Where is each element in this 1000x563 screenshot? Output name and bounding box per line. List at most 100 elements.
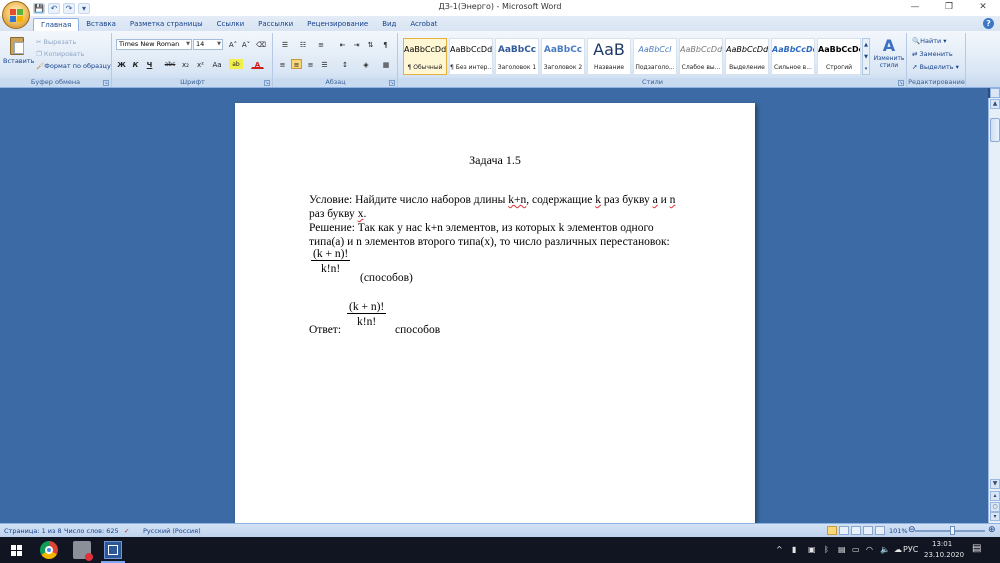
style-emphasis[interactable]: AaBbCcDd Выделение: [725, 38, 769, 75]
format-painter-button[interactable]: 🖌Формат по образцу: [36, 61, 111, 71]
align-right-icon[interactable]: ≡: [305, 59, 316, 69]
paste-button[interactable]: Вставить: [3, 35, 34, 75]
replace-button[interactable]: ⇄ Заменить: [912, 49, 953, 59]
change-styles-button[interactable]: A Изменить стили: [873, 37, 905, 77]
next-page-icon[interactable]: ▾: [990, 512, 1000, 521]
close-button[interactable]: ✕: [966, 0, 1000, 16]
tab-page-layout[interactable]: Разметка страницы: [123, 18, 210, 31]
tab-home[interactable]: Главная: [33, 18, 80, 31]
clipboard-launcher-icon[interactable]: ↘: [103, 80, 109, 86]
italic-button[interactable]: К: [130, 59, 141, 69]
help-icon[interactable]: ?: [983, 18, 994, 29]
vertical-scrollbar[interactable]: ▲ ▼ ▴ ○ ▾: [988, 98, 1000, 523]
security-icon[interactable]: ▤: [838, 545, 846, 554]
shading-icon[interactable]: ◈: [358, 59, 374, 69]
outline-view-icon[interactable]: [863, 526, 873, 535]
borders-icon[interactable]: ▦: [378, 59, 394, 69]
tab-mailings[interactable]: Рассылки: [251, 18, 300, 31]
shrink-font-button[interactable]: A˅: [240, 39, 252, 49]
show-hidden-icons[interactable]: ^: [776, 545, 783, 554]
justify-icon[interactable]: ☰: [319, 59, 330, 69]
view-ruler-button[interactable]: [990, 88, 1000, 98]
bullets-icon[interactable]: ☰: [277, 39, 293, 49]
word-taskbar-icon[interactable]: [104, 541, 122, 559]
align-center-icon[interactable]: ≡: [291, 59, 302, 69]
copy-button[interactable]: ❐ Копировать: [36, 49, 85, 59]
spellcheck-icon[interactable]: ✓: [124, 527, 129, 535]
style-heading-2[interactable]: AaBbCc Заголовок 2: [541, 38, 585, 75]
font-launcher-icon[interactable]: ↘: [264, 80, 270, 86]
cloud-icon[interactable]: ☁: [894, 545, 902, 554]
microphone-icon[interactable]: ▮: [792, 545, 796, 554]
scroll-thumb[interactable]: [990, 118, 1000, 142]
style-subtle-emphasis[interactable]: AaBbCcDd Слабое вы...: [679, 38, 723, 75]
draft-view-icon[interactable]: [875, 526, 885, 535]
style-no-spacing[interactable]: AaBbCcDd ¶ Без интер...: [449, 38, 493, 75]
decrease-indent-icon[interactable]: ⇤: [337, 39, 348, 49]
line-spacing-icon[interactable]: ↕: [337, 59, 353, 69]
volume-icon[interactable]: 🔈: [880, 545, 890, 554]
subscript-button[interactable]: x₂: [179, 59, 192, 69]
tab-insert[interactable]: Вставка: [79, 18, 123, 31]
web-layout-icon[interactable]: [851, 526, 861, 535]
browse-object-icon[interactable]: ○: [990, 502, 1000, 512]
font-family-combo[interactable]: Times New Roman ▼: [116, 39, 192, 50]
bluetooth-icon[interactable]: ᛒ: [824, 545, 829, 554]
change-case-button[interactable]: Aa: [210, 59, 224, 69]
input-language[interactable]: РУС: [903, 545, 918, 554]
windows-start-icon[interactable]: [8, 541, 26, 559]
photos-app-icon[interactable]: [73, 541, 93, 561]
tab-acrobat[interactable]: Acrobat: [403, 18, 444, 31]
align-left-icon[interactable]: ≡: [277, 59, 288, 69]
styles-launcher-icon[interactable]: ↘: [898, 80, 904, 86]
word-count[interactable]: Число слов: 625: [64, 527, 119, 535]
select-button[interactable]: ➚ Выделить ▾: [912, 62, 959, 72]
maximize-button[interactable]: ❐: [932, 0, 966, 16]
highlight-button[interactable]: ab: [229, 59, 243, 69]
scroll-up-icon[interactable]: ▲: [990, 99, 1000, 109]
font-color-button[interactable]: A: [251, 59, 264, 69]
styles-scroll[interactable]: ▲ ▼ ▾: [862, 38, 870, 75]
tab-view[interactable]: Вид: [375, 18, 403, 31]
clock-time[interactable]: 13:01: [932, 540, 952, 548]
sort-icon[interactable]: ⇅: [365, 39, 376, 49]
language-indicator[interactable]: Русский (Россия): [143, 527, 201, 535]
style-heading-1[interactable]: AaBbCc Заголовок 1: [495, 38, 539, 75]
multilevel-list-icon[interactable]: ≡: [313, 39, 329, 49]
find-button[interactable]: 🔍Найти ▾: [912, 36, 947, 46]
full-screen-reading-icon[interactable]: [839, 526, 849, 535]
zoom-level[interactable]: 101%: [889, 527, 908, 535]
notifications-icon[interactable]: ▤: [972, 543, 981, 554]
office-button[interactable]: [2, 1, 30, 29]
page-count[interactable]: Страница: 1 из 8: [4, 527, 62, 535]
font-size-combo[interactable]: 14 ▼: [193, 39, 223, 50]
previous-page-icon[interactable]: ▴: [990, 491, 1000, 501]
grow-font-button[interactable]: A˄: [227, 39, 239, 49]
clock-date[interactable]: 23.10.2020: [924, 551, 964, 559]
increase-indent-icon[interactable]: ⇥: [351, 39, 362, 49]
style-normal[interactable]: AaBbCcDd ¶ Обычный: [403, 38, 447, 75]
paragraph-launcher-icon[interactable]: ↘: [389, 80, 395, 86]
style-title[interactable]: AaB Название: [587, 38, 631, 75]
numbering-icon[interactable]: ☷: [295, 39, 311, 49]
chrome-icon[interactable]: [40, 541, 58, 559]
document-page[interactable]: Задача 1.5 Условие: Найдите число наборо…: [235, 103, 755, 523]
style-subtitle[interactable]: AaBbCcI Подзаголо...: [633, 38, 677, 75]
app-tray-icon[interactable]: ▣: [808, 545, 816, 554]
network-icon[interactable]: ◠: [866, 545, 873, 554]
style-intense-emphasis[interactable]: AaBbCcDd Сильное в...: [771, 38, 815, 75]
cut-button[interactable]: ✂ Вырезать: [36, 37, 76, 47]
tab-references[interactable]: Ссылки: [210, 18, 252, 31]
style-strong[interactable]: AaBbCcDc Строгий: [817, 38, 861, 75]
print-layout-view-icon[interactable]: [827, 526, 837, 535]
minimize-button[interactable]: —: [898, 0, 932, 16]
zoom-slider-knob[interactable]: [950, 526, 955, 535]
bold-button[interactable]: Ж: [116, 59, 127, 69]
strikethrough-button[interactable]: abc: [163, 59, 177, 69]
superscript-button[interactable]: x²: [194, 59, 207, 69]
pilcrow-icon[interactable]: ¶: [380, 39, 391, 49]
clear-formatting-icon[interactable]: ⌫: [255, 39, 266, 49]
underline-button[interactable]: Ч: [144, 59, 155, 69]
display-icon[interactable]: ▭: [852, 545, 860, 554]
scroll-down-icon[interactable]: ▼: [990, 479, 1000, 489]
